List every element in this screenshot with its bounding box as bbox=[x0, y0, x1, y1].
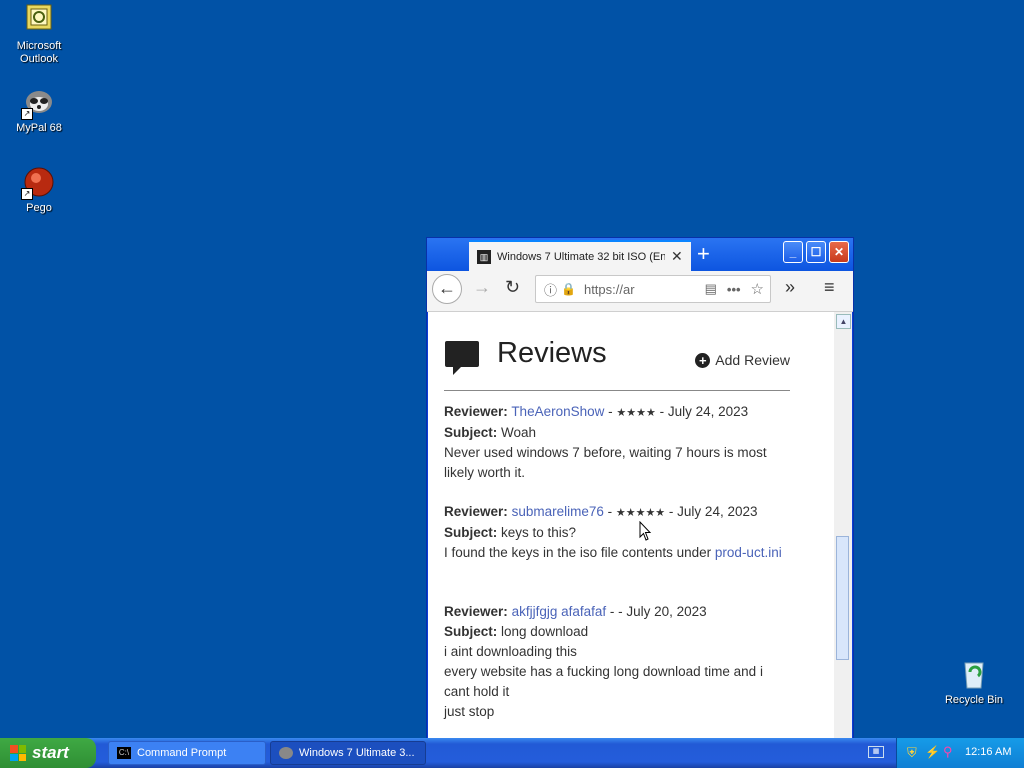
review-body: every website has a fucking long downloa… bbox=[444, 664, 763, 699]
scroll-up-arrow-icon[interactable]: ▲ bbox=[836, 314, 851, 329]
system-tray: ⛨ ⚡ ⚲ 12:16 AM bbox=[896, 738, 1024, 768]
shortcut-arrow-icon: ↗ bbox=[21, 108, 33, 120]
review-date: July 24, 2023 bbox=[677, 504, 758, 519]
shortcut-arrow-icon: ↗ bbox=[21, 188, 33, 200]
review-item: Reviewer: TheAeronShow - ★★★★ - July 24,… bbox=[444, 402, 790, 483]
desktop-icon-recycle-bin[interactable]: Recycle Bin bbox=[935, 658, 1013, 707]
review-date: July 24, 2023 bbox=[667, 404, 749, 419]
title-bar[interactable]: ▥ Windows 7 Ultimate 32 bit ISO (En ✕ + … bbox=[427, 238, 853, 271]
speech-bubble-icon bbox=[445, 341, 479, 375]
archive-favicon-icon: ▥ bbox=[477, 249, 491, 264]
close-window-button[interactable]: ✕ bbox=[829, 241, 849, 263]
desktop-icon-label: MyPal 68 bbox=[16, 122, 62, 134]
browser-window: ▥ Windows 7 Ultimate 32 bit ISO (En ✕ + … bbox=[426, 237, 854, 740]
reader-view-icon[interactable]: ▤ bbox=[705, 281, 717, 297]
browser-tab[interactable]: ▥ Windows 7 Ultimate 32 bit ISO (En ✕ bbox=[469, 240, 691, 271]
task-label: Windows 7 Ultimate 3... bbox=[299, 747, 415, 759]
back-button-icon[interactable]: ← bbox=[432, 274, 462, 304]
recycle-bin-icon bbox=[958, 658, 990, 690]
windows-flag-icon bbox=[10, 745, 26, 761]
menu-hamburger-icon[interactable]: ≡ bbox=[824, 277, 835, 298]
page-actions-icon[interactable]: ••• bbox=[727, 282, 741, 297]
review-date: July 20, 2023 bbox=[626, 604, 707, 619]
network-icon[interactable]: ⚡ bbox=[925, 745, 940, 759]
desktop-icon-mypal[interactable]: ↗ MyPal 68 bbox=[0, 86, 78, 135]
file-link[interactable]: prod-uct.ini bbox=[715, 545, 782, 560]
subject-label: Subject: bbox=[444, 425, 498, 440]
review-subject: Woah bbox=[501, 425, 537, 440]
security-shield-icon[interactable]: ⛨ bbox=[907, 745, 917, 761]
new-tab-icon[interactable]: + bbox=[697, 242, 710, 266]
start-label: start bbox=[32, 743, 69, 762]
reviewer-link[interactable]: TheAeronShow bbox=[511, 404, 604, 419]
minimize-button[interactable]: _ bbox=[783, 241, 803, 263]
search-icon[interactable]: ⚲ bbox=[943, 744, 953, 760]
desktop-icon-label: Pego bbox=[26, 202, 52, 214]
review-body: Never used windows 7 before, waiting 7 h… bbox=[444, 445, 767, 480]
reviewer-label: Reviewer: bbox=[444, 504, 508, 519]
taskbar-item-command-prompt[interactable]: C:\ Command Prompt bbox=[108, 741, 266, 765]
review-item: Reviewer: submarelime76 - ★★★★★ - July 2… bbox=[444, 504, 782, 560]
info-icon[interactable]: ⓘ bbox=[544, 280, 557, 299]
desktop-icon-outlook[interactable]: Microsoft Outlook bbox=[0, 4, 78, 66]
reviewer-label: Reviewer: bbox=[444, 604, 508, 619]
maximize-button[interactable]: ☐ bbox=[806, 241, 826, 263]
subject-label: Subject: bbox=[444, 525, 498, 540]
taskbar-item-browser[interactable]: Windows 7 Ultimate 3... bbox=[270, 741, 426, 765]
taskbar: start C:\ Command Prompt Windows 7 Ultim… bbox=[0, 738, 1024, 768]
raccoon-icon bbox=[279, 747, 293, 759]
plus-circle-icon: + bbox=[695, 352, 711, 368]
url-text[interactable]: https://ar bbox=[584, 282, 635, 297]
lock-icon[interactable]: 🔒 bbox=[561, 282, 576, 296]
desktop-icon-pego[interactable]: ↗ Pego bbox=[0, 166, 78, 215]
reviewer-label: Reviewer: bbox=[444, 404, 508, 419]
review-body: i aint downloading this bbox=[444, 644, 577, 659]
clock: 12:16 AM bbox=[965, 746, 1012, 758]
close-tab-icon[interactable]: ✕ bbox=[671, 248, 683, 265]
command-prompt-icon: C:\ bbox=[117, 747, 131, 759]
bookmark-star-icon[interactable]: ☆ bbox=[751, 280, 764, 298]
review-body: just stop bbox=[444, 704, 495, 719]
vertical-scrollbar[interactable]: ▲ bbox=[834, 312, 852, 739]
add-review-label: Add Review bbox=[715, 352, 790, 368]
reviews-title: Reviews bbox=[497, 337, 607, 369]
scrollbar-thumb[interactable] bbox=[836, 536, 849, 660]
navigation-toolbar: ← → ↻ ⓘ 🔒 https://ar ▤ ••• ☆ » ≡ bbox=[427, 271, 853, 312]
reviewer-link[interactable]: akfjjfgjg afafafaf bbox=[512, 604, 607, 619]
reviews-header: Reviews + Add Review bbox=[444, 337, 790, 391]
pego-icon: ↗ bbox=[21, 166, 55, 200]
outlook-icon bbox=[23, 4, 55, 36]
star-rating: ★★★★ bbox=[616, 407, 656, 419]
add-review-button[interactable]: + Add Review bbox=[695, 352, 790, 368]
overflow-chevron-icon[interactable]: » bbox=[785, 277, 795, 298]
desktop-icon-label: Recycle Bin bbox=[944, 694, 1004, 706]
review-subject: long download bbox=[501, 624, 589, 639]
reload-button-icon[interactable]: ↻ bbox=[505, 277, 520, 298]
page-content: Reviews + Add Review Reviewer: TheAeronS… bbox=[428, 312, 834, 739]
desktop-icon-label: Microsoft Outlook bbox=[16, 40, 62, 65]
mouse-cursor-icon bbox=[639, 521, 652, 541]
task-label: Command Prompt bbox=[137, 747, 227, 759]
reviewer-link[interactable]: submarelime76 bbox=[512, 504, 604, 519]
subject-label: Subject: bbox=[444, 624, 498, 639]
keyboard-icon[interactable]: ▦ bbox=[868, 746, 884, 758]
review-body: I found the keys in the iso file content… bbox=[444, 545, 715, 560]
url-bar[interactable]: ⓘ 🔒 https://ar ▤ ••• ☆ bbox=[535, 275, 771, 303]
raccoon-icon: ↗ bbox=[21, 86, 55, 120]
tab-title: Windows 7 Ultimate 32 bit ISO (En bbox=[497, 250, 665, 263]
review-item: Reviewer: akfjjfgjg afafafaf - - July 20… bbox=[444, 602, 790, 722]
star-rating: ★★★★★ bbox=[615, 507, 666, 519]
review-subject: keys to this? bbox=[501, 525, 577, 540]
start-button[interactable]: start bbox=[0, 738, 96, 768]
forward-button-icon[interactable]: → bbox=[473, 277, 491, 298]
